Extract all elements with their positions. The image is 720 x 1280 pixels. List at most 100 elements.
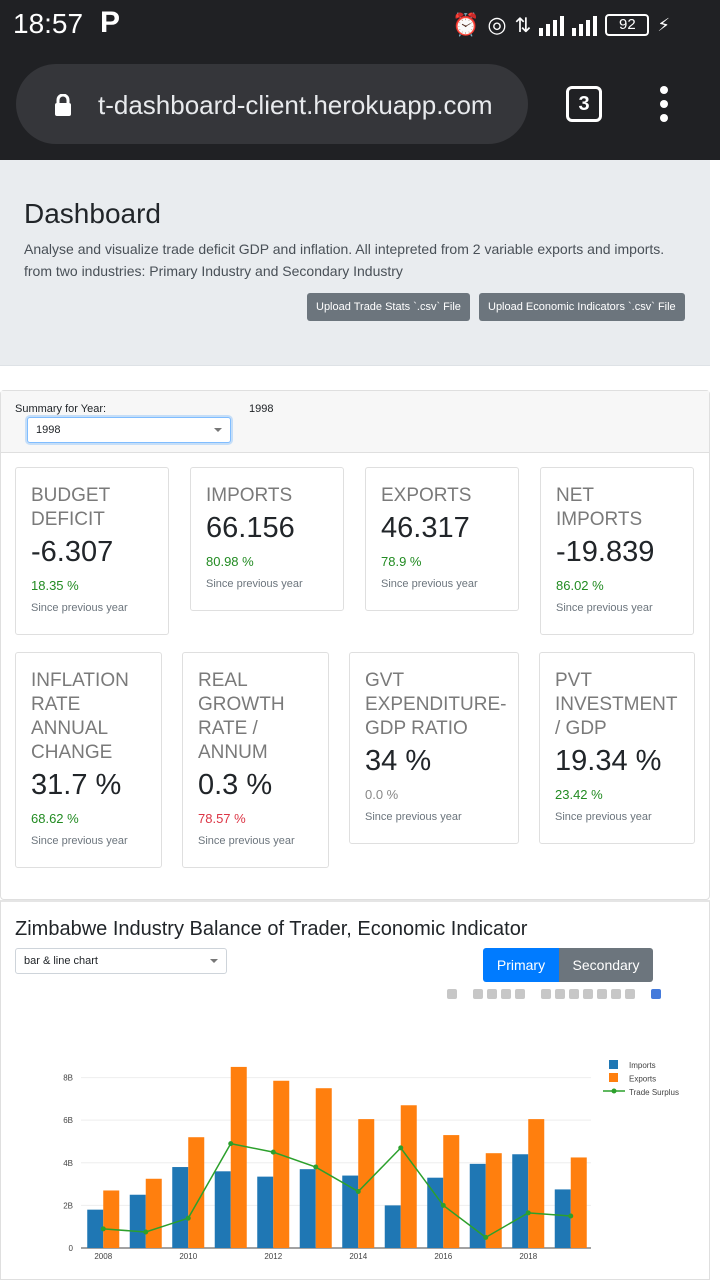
data-transfer-icon: ⇅	[514, 14, 532, 37]
legend-label: Trade Surplus	[629, 1088, 679, 1097]
upload-trade-stats-button[interactable]: Upload Trade Stats `.csv` File	[307, 293, 470, 321]
stat-title: NET IMPORTS	[556, 485, 643, 530]
battery-icon: 92	[605, 14, 650, 36]
y-tick-label: 8B	[63, 1074, 73, 1083]
trade-chart: 0 2B 4B 6B 8B 2008 2010 2012 2014 2016 2018 Imports…	[63, 1060, 679, 1261]
legend-swatch-imports	[609, 1060, 618, 1069]
point-trade-surplus	[143, 1229, 149, 1235]
point-trade-surplus	[525, 1210, 531, 1216]
stat-note: Since previous year	[555, 811, 652, 823]
legend-swatch-surplus-dot	[611, 1088, 617, 1094]
alarm-icon: ⏰	[452, 12, 480, 37]
point-trade-surplus	[483, 1234, 489, 1240]
stat-value: 66.156	[206, 512, 295, 544]
year-select[interactable]: 1998	[27, 417, 231, 443]
stat-note: Since previous year	[556, 602, 653, 614]
point-trade-surplus	[270, 1149, 276, 1155]
y-tick-label: 6B	[63, 1116, 73, 1125]
bar-exports	[400, 1105, 417, 1248]
stat-value: 34 %	[365, 745, 432, 777]
bar-imports	[384, 1205, 401, 1248]
stat-card-pvt-investment: PVT INVESTMENT / GDP 19.34 % 23.42 % Sin…	[539, 652, 695, 844]
stat-note: Since previous year	[31, 835, 128, 847]
bar-imports	[172, 1167, 189, 1248]
point-trade-surplus	[568, 1213, 574, 1219]
stat-note: Since previous year	[31, 602, 128, 614]
x-tick-label: 2016	[434, 1252, 452, 1261]
bar-imports	[554, 1189, 571, 1248]
status-icons: ⏰ ◎ ⇅ 92 ⚡	[452, 10, 670, 40]
stat-change: 86.02 %	[556, 578, 604, 593]
summary-card: Summary for Year: 1998 1998 BUDGET DEFIC…	[0, 390, 710, 900]
x-tick-label: 2014	[349, 1252, 367, 1261]
chevron-down-icon	[214, 428, 222, 432]
bar-exports	[528, 1119, 545, 1248]
summary-label: Summary for Year:	[15, 403, 107, 415]
bar-imports	[299, 1169, 316, 1248]
stat-card-exports: EXPORTS 46.317 78.9 % Since previous yea…	[365, 467, 519, 611]
point-trade-surplus	[185, 1215, 191, 1221]
legend-label: Exports	[629, 1075, 656, 1084]
tab-switcher-button[interactable]: 3	[566, 86, 602, 122]
stat-title: INFLATION RATE ANNUAL CHANGE	[31, 670, 129, 763]
bar-imports	[214, 1171, 231, 1248]
stat-note: Since previous year	[381, 578, 478, 590]
bar-exports	[485, 1153, 502, 1248]
stat-card-net-imports: NET IMPORTS -19.839 86.02 % Since previo…	[540, 467, 694, 635]
bar-imports	[257, 1176, 274, 1248]
stat-change: 78.57 %	[198, 811, 246, 826]
stat-card-real-growth-rate: REAL GROWTH RATE / ANNUM 0.3 % 78.57 % S…	[182, 652, 329, 868]
y-tick-label: 2B	[63, 1201, 73, 1210]
point-trade-surplus	[313, 1164, 319, 1170]
url-bar[interactable]: t-dashboard-client.herokuapp.com	[16, 64, 528, 144]
chart-card: Zimbabwe Industry Balance of Trader, Eco…	[0, 900, 710, 1280]
year-select-value: 1998	[36, 424, 61, 436]
stat-value: -6.307	[31, 536, 114, 568]
stat-value: 0.3 %	[198, 769, 273, 801]
legend-label: Imports	[629, 1061, 656, 1070]
stat-change: 23.42 %	[555, 787, 603, 802]
stat-change: 0.0 %	[365, 787, 399, 802]
stat-note: Since previous year	[365, 811, 462, 823]
charging-icon: ⚡	[657, 14, 671, 35]
stat-title: IMPORTS	[206, 485, 293, 506]
point-trade-surplus	[100, 1226, 106, 1232]
stat-note: Since previous year	[206, 578, 303, 590]
signal-icon-2	[572, 14, 598, 36]
bar-exports	[145, 1178, 162, 1248]
stat-value: 31.7 %	[31, 769, 122, 801]
browser-menu-icon[interactable]	[658, 86, 670, 126]
x-tick-label: 2010	[179, 1252, 197, 1261]
summary-header: Summary for Year: 1998 1998	[1, 391, 709, 453]
stat-value: 19.34 %	[555, 745, 662, 777]
stat-card-gvt-expenditure: GVT EXPENDITURE-GDP RATIO 34 % 0.0 % Sin…	[349, 652, 519, 844]
stat-title: REAL GROWTH RATE / ANNUM	[198, 670, 285, 763]
bar-exports	[103, 1190, 120, 1248]
summary-year-display: 1998	[249, 403, 274, 415]
x-tick-label: 2018	[519, 1252, 537, 1261]
parking-app-icon: P	[100, 6, 121, 39]
x-tick-label: 2012	[264, 1252, 282, 1261]
dashboard-header: Dashboard Analyse and visualize trade de…	[0, 160, 710, 366]
stat-title: PVT INVESTMENT / GDP	[555, 670, 678, 739]
bar-exports	[273, 1080, 290, 1248]
y-tick-label: 4B	[63, 1159, 73, 1168]
stat-card-budget-deficit: BUDGET DEFICIT -6.307 18.35 % Since prev…	[15, 467, 169, 635]
stat-title: GVT EXPENDITURE-GDP RATIO	[365, 670, 507, 739]
stat-card-imports: IMPORTS 66.156 80.98 % Since previous ye…	[190, 467, 344, 611]
point-trade-surplus	[398, 1145, 404, 1151]
point-trade-surplus	[440, 1202, 446, 1208]
status-bar: 18:57 P ⏰ ◎ ⇅ 92 ⚡	[0, 0, 720, 50]
upload-economic-indicators-button[interactable]: Upload Economic Indicators `.csv` File	[479, 293, 685, 321]
stat-change: 18.35 %	[31, 578, 79, 593]
stat-title: BUDGET DEFICIT	[31, 485, 110, 530]
bar-imports	[129, 1194, 146, 1248]
url-text: t-dashboard-client.herokuapp.com	[98, 90, 493, 120]
stat-title: EXPORTS	[381, 485, 472, 506]
browser-toolbar: t-dashboard-client.herokuapp.com 3	[0, 50, 720, 160]
stat-value: -19.839	[556, 536, 655, 568]
point-trade-surplus	[355, 1189, 361, 1195]
bar-imports	[512, 1154, 529, 1248]
stat-card-inflation-rate: INFLATION RATE ANNUAL CHANGE 31.7 % 68.6…	[15, 652, 162, 868]
hotspot-icon: ◎	[487, 12, 507, 37]
